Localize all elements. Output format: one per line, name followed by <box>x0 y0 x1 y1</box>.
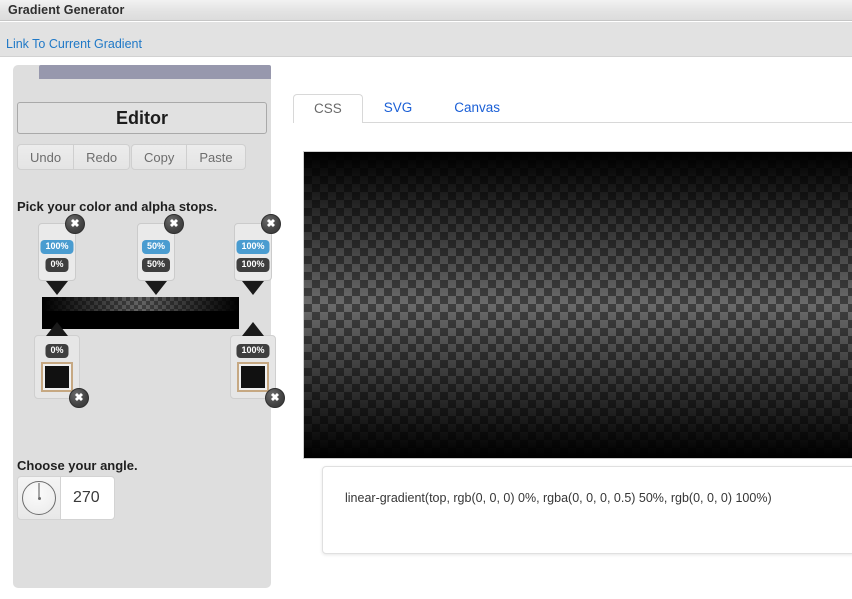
output-tabs: CSS SVG Canvas <box>293 92 852 123</box>
paste-button[interactable]: Paste <box>187 144 245 170</box>
angle-dial-hub-icon <box>38 497 41 500</box>
angle-section-label: Choose your angle. <box>17 458 138 473</box>
angle-control: 270 <box>17 476 115 520</box>
angle-dial-needle-icon <box>39 483 40 498</box>
color-swatch[interactable] <box>41 362 73 392</box>
copy-button[interactable]: Copy <box>131 144 187 170</box>
page-body: Editor Undo Redo Copy Paste Pick your co… <box>0 58 852 599</box>
alpha-stop-pointer-icon <box>145 281 167 295</box>
copy-paste-group: Copy Paste <box>131 144 246 170</box>
alpha-stop-position-badge[interactable]: 100% <box>236 258 269 272</box>
color-stop-pointer-icon <box>46 322 68 336</box>
alpha-stop-position-badge[interactable]: 0% <box>45 258 68 272</box>
angle-dial-icon[interactable] <box>17 476 61 520</box>
color-stop[interactable]: 100% ✖ <box>230 335 276 399</box>
gradient-strip[interactable] <box>42 297 239 329</box>
color-stop[interactable]: 0% ✖ <box>34 335 80 399</box>
color-stop-position-badge[interactable]: 100% <box>236 344 269 358</box>
alpha-stop[interactable]: ✖ 100% 100% <box>234 223 272 281</box>
alpha-stop-pointer-icon <box>46 281 68 295</box>
alpha-stop-pointer-icon <box>242 281 264 295</box>
close-icon[interactable]: ✖ <box>261 214 281 234</box>
redo-button[interactable]: Redo <box>74 144 130 170</box>
color-stop-position-badge[interactable]: 0% <box>45 344 68 358</box>
color-swatch[interactable] <box>237 362 269 392</box>
sidebar-accent-bar <box>39 65 271 79</box>
tab-canvas[interactable]: Canvas <box>433 93 521 123</box>
window-titlebar: Gradient Generator <box>0 0 852 21</box>
close-icon[interactable]: ✖ <box>164 214 184 234</box>
toolbar-subbar: Link To Current Gradient <box>0 22 852 57</box>
editor-sidebar: Editor Undo Redo Copy Paste Pick your co… <box>13 65 271 588</box>
alpha-stop-alpha-badge[interactable]: 100% <box>236 240 269 254</box>
close-icon[interactable]: ✖ <box>265 388 285 408</box>
angle-input[interactable]: 270 <box>61 476 115 520</box>
alpha-stop[interactable]: ✖ 50% 50% <box>137 223 175 281</box>
stops-section-label: Pick your color and alpha stops. <box>17 199 217 214</box>
alpha-stop-position-badge[interactable]: 50% <box>142 258 170 272</box>
gradient-preview <box>303 151 852 459</box>
undo-button[interactable]: Undo <box>17 144 74 170</box>
close-icon[interactable]: ✖ <box>65 214 85 234</box>
close-icon[interactable]: ✖ <box>69 388 89 408</box>
tab-css[interactable]: CSS <box>293 94 363 124</box>
undo-redo-group: Undo Redo <box>17 144 130 170</box>
color-swatch-fill <box>241 366 265 388</box>
link-to-current-gradient[interactable]: Link To Current Gradient <box>6 37 142 51</box>
gradient-stops-editor: ✖ 100% 0% ✖ 50% 50% ✖ 100% 100% <box>13 213 271 393</box>
gradient-strip-alpha-band <box>42 297 239 311</box>
page-title: Gradient Generator <box>8 3 124 17</box>
css-output-box[interactable]: linear-gradient(top, rgb(0, 0, 0) 0%, rg… <box>322 466 852 554</box>
css-output-text: linear-gradient(top, rgb(0, 0, 0) 0%, rg… <box>345 491 772 505</box>
gradient-strip-color-band <box>42 311 239 329</box>
color-swatch-fill <box>45 366 69 388</box>
alpha-stop[interactable]: ✖ 100% 0% <box>38 223 76 281</box>
alpha-stop-alpha-badge[interactable]: 50% <box>142 240 170 254</box>
editor-heading: Editor <box>17 102 267 134</box>
alpha-stop-alpha-badge[interactable]: 100% <box>40 240 73 254</box>
tab-svg[interactable]: SVG <box>363 93 434 123</box>
color-stop-pointer-icon <box>242 322 264 336</box>
output-panel: CSS SVG Canvas linear-gradient(top, rgb(… <box>290 58 852 599</box>
